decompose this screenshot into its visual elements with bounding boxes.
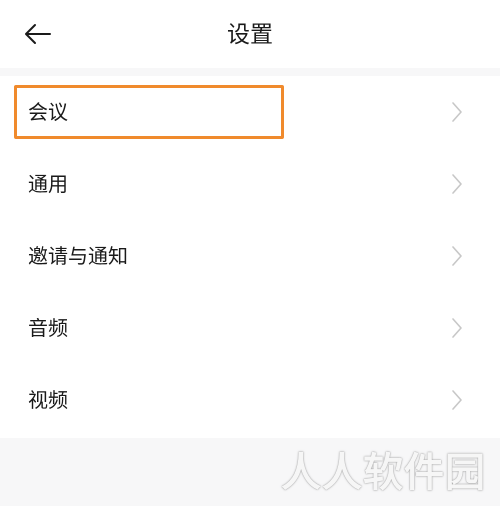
menu-item-invite-notify[interactable]: 邀请与通知 xyxy=(0,220,500,292)
back-arrow-icon xyxy=(25,24,51,44)
watermark-logo: 人人软件园 xyxy=(281,450,486,496)
top-bar: 设置 xyxy=(0,0,500,68)
settings-menu: 会议 通用 邀请与通知 音频 视频 xyxy=(0,76,500,438)
menu-item-audio[interactable]: 音频 xyxy=(0,292,500,364)
chevron-right-icon xyxy=(452,390,462,410)
menu-item-label: 邀请与通知 xyxy=(28,244,128,268)
chevron-right-icon xyxy=(452,102,462,122)
menu-item-video[interactable]: 视频 xyxy=(0,364,500,436)
menu-item-label: 音频 xyxy=(28,316,68,340)
menu-item-meeting[interactable]: 会议 xyxy=(0,76,500,148)
back-button[interactable] xyxy=(22,16,66,52)
page-title: 设置 xyxy=(227,22,273,48)
menu-item-label: 视频 xyxy=(28,388,68,412)
chevron-right-icon xyxy=(452,246,462,266)
chevron-right-icon xyxy=(452,174,462,194)
menu-item-label: 通用 xyxy=(28,172,68,196)
menu-item-label: 会议 xyxy=(28,100,68,124)
menu-item-general[interactable]: 通用 xyxy=(0,148,500,220)
chevron-right-icon xyxy=(452,318,462,338)
